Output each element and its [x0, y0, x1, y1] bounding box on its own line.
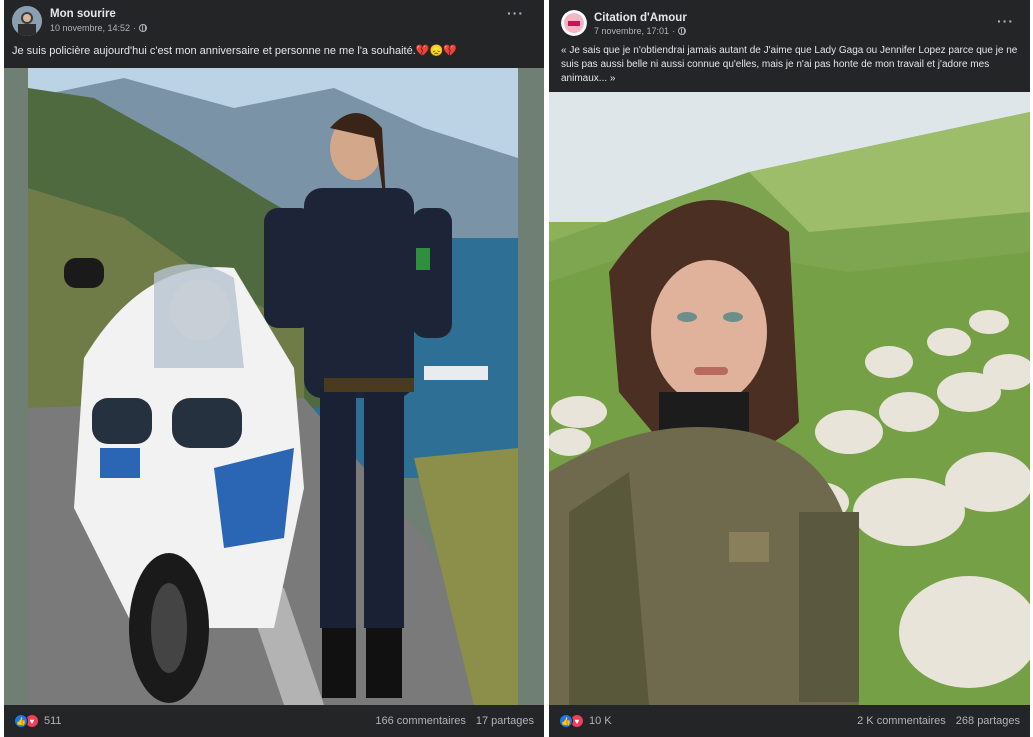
post-date[interactable]: 10 novembre, 14:52: [50, 23, 130, 33]
post-text: « Je sais que je n'obtiendrai jamais aut…: [561, 45, 1018, 84]
post-header: Mon sourire 10 novembre, 14:52 · ···: [4, 0, 544, 40]
meta-separator: ·: [672, 26, 676, 36]
post-card: Mon sourire 10 novembre, 14:52 · ··· Je …: [4, 0, 544, 737]
post-photo[interactable]: [4, 68, 544, 705]
post-text: Je suis policière aujourd'hui c'est mon …: [12, 45, 457, 57]
post-stats: 166 commentaires 17 partages: [375, 715, 534, 727]
more-options-button[interactable]: ···: [507, 6, 524, 20]
post-card: Citation d'Amour 7 novembre, 17:01 · ···…: [549, 0, 1030, 737]
reaction-count[interactable]: 10 K: [589, 715, 612, 727]
like-icon: 👍: [559, 714, 573, 728]
soldier-sheep-selfie-photo: [549, 92, 1030, 705]
reaction-icons[interactable]: 👍 ♥: [559, 714, 584, 728]
post-footer: 👍 ♥ 511 166 commentaires 17 partages: [4, 705, 544, 737]
reaction-count[interactable]: 511: [44, 715, 62, 727]
post-meta: 7 novembre, 17:01 ·: [594, 26, 687, 36]
reaction-icons[interactable]: 👍 ♥: [14, 714, 39, 728]
avatar[interactable]: [561, 10, 587, 36]
globe-icon: [678, 27, 687, 35]
post-stats: 2 K commentaires 268 partages: [857, 715, 1020, 727]
globe-icon: [139, 24, 148, 32]
like-icon: 👍: [14, 714, 28, 728]
meta-separator: ·: [133, 23, 137, 33]
shares-count[interactable]: 268 partages: [956, 715, 1020, 727]
post-meta: 10 novembre, 14:52 ·: [50, 23, 148, 33]
post-photo[interactable]: [549, 92, 1030, 705]
comments-count[interactable]: 2 K commentaires: [857, 715, 946, 727]
comments-count[interactable]: 166 commentaires: [375, 715, 466, 727]
author-name[interactable]: Citation d'Amour: [594, 12, 687, 24]
police-motorcycle-photo: [4, 68, 544, 705]
shares-count[interactable]: 17 partages: [476, 715, 534, 727]
post-footer: 👍 ♥ 10 K 2 K commentaires 268 partages: [549, 705, 1030, 737]
more-options-button[interactable]: ···: [997, 14, 1014, 28]
post-header: Citation d'Amour 7 novembre, 17:01 · ···: [549, 0, 1030, 40]
author-name[interactable]: Mon sourire: [50, 8, 116, 20]
post-date[interactable]: 7 novembre, 17:01: [594, 26, 669, 36]
avatar[interactable]: [12, 6, 42, 36]
